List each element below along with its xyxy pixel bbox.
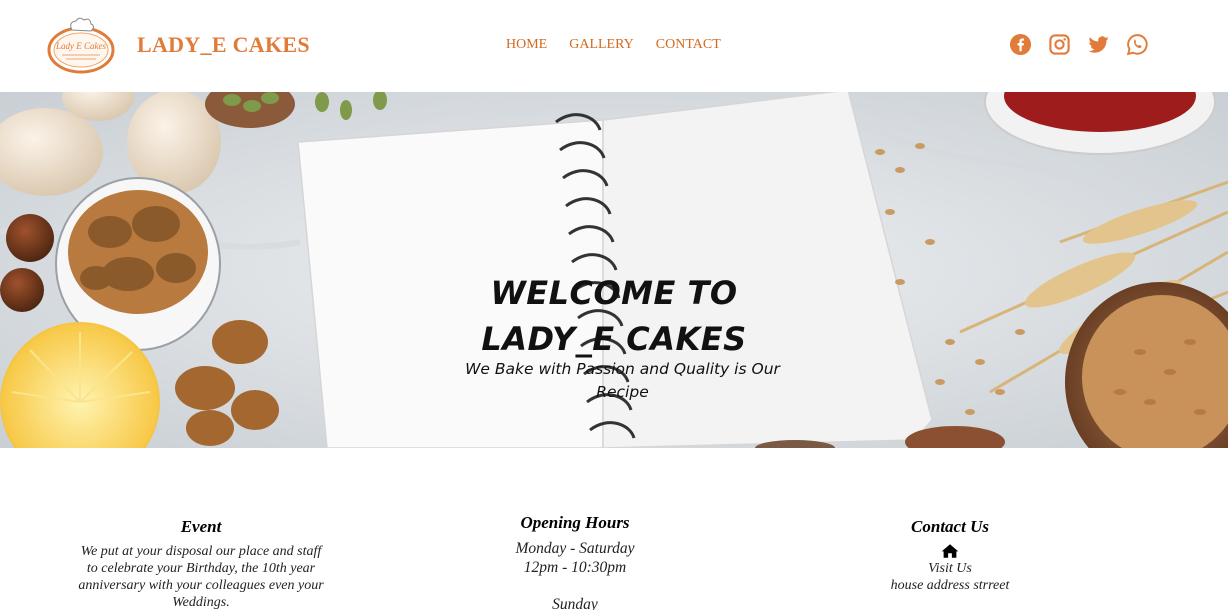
opening-hours-title: Opening Hours bbox=[520, 513, 630, 532]
hero-title-line-1: WELCOME TO bbox=[490, 274, 738, 312]
whatsapp-icon[interactable] bbox=[1126, 33, 1149, 56]
info-section: Event We put at your disposal our place … bbox=[0, 448, 1228, 610]
opening-hours-column: Opening Hours Monday - Saturday 12pm - 1… bbox=[450, 513, 700, 610]
twitter-icon[interactable] bbox=[1087, 33, 1110, 56]
facebook-icon[interactable] bbox=[1009, 33, 1032, 56]
main-nav: HOME GALLERY CONTACT bbox=[506, 37, 721, 53]
brand-name[interactable]: LADY_E CAKES bbox=[137, 32, 310, 58]
hours-time: 12pm - 10:30pm bbox=[523, 559, 627, 576]
logo-text: Lady E Cakes bbox=[55, 41, 106, 51]
event-title: Event bbox=[180, 517, 222, 536]
nav-home[interactable]: HOME bbox=[506, 37, 547, 53]
social-links bbox=[1009, 33, 1149, 56]
home-icon bbox=[941, 544, 959, 558]
hero-title-line-2: LADY_E CAKES bbox=[481, 320, 747, 358]
hours-sunday: Sunday bbox=[552, 596, 598, 610]
hero-subtitle: We Bake with Passion and Quality is Our … bbox=[465, 360, 780, 401]
hero-banner: WELCOME TO LADY_E CAKES We Bake with Pas… bbox=[0, 92, 1228, 448]
nav-contact[interactable]: CONTACT bbox=[656, 37, 721, 53]
event-text: We put at your disposal our place and st… bbox=[78, 544, 324, 610]
logo[interactable]: Lady E Cakes bbox=[46, 16, 116, 74]
contact-title: Contact Us bbox=[911, 517, 989, 536]
event-column: Event We put at your disposal our place … bbox=[76, 517, 326, 610]
instagram-icon[interactable] bbox=[1048, 33, 1071, 56]
contact-address: house address strreet bbox=[890, 578, 1010, 593]
nav-gallery[interactable]: GALLERY bbox=[569, 37, 634, 53]
hero-title: WELCOME TO LADY_E CAKES bbox=[0, 270, 1228, 362]
site-header: Lady E Cakes LADY_E CAKES HOME GALLERY C… bbox=[0, 0, 1228, 92]
contact-column: Contact Us Visit Us house address strree… bbox=[825, 517, 1075, 594]
hours-days: Monday - Saturday bbox=[515, 540, 635, 557]
contact-visit: Visit Us bbox=[928, 561, 972, 576]
